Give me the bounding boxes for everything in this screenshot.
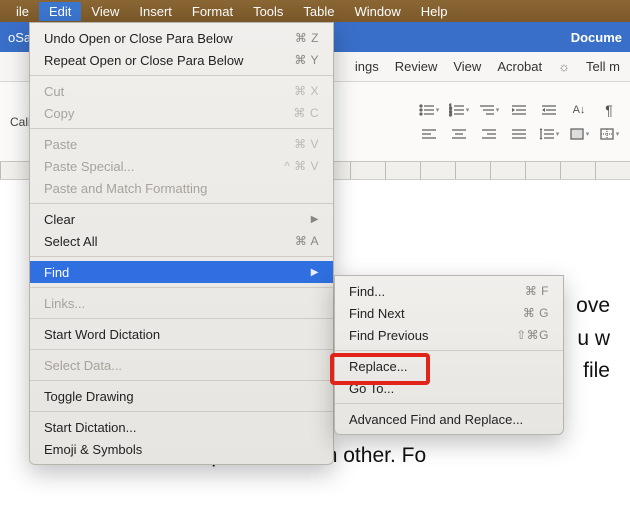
mac-menu-item[interactable]: View <box>81 2 129 21</box>
mac-menu-item[interactable]: Table <box>293 2 344 21</box>
align-center-icon[interactable] <box>448 125 470 143</box>
menu-item[interactable]: Undo Open or Close Para Below ⌘ Z <box>30 27 333 49</box>
menu-item-shortcut: ⌘ Z <box>295 31 319 45</box>
align-left-icon[interactable] <box>418 125 440 143</box>
menu-item[interactable]: Emoji & Symbols <box>30 438 333 460</box>
submenu-arrow-icon: ▶ <box>311 267 319 278</box>
menu-item-label: Clear <box>44 212 75 227</box>
tell-me-label[interactable]: Tell m <box>586 59 620 74</box>
submenu-arrow-icon: ▶ <box>311 214 319 225</box>
menu-item[interactable]: Find ▶ <box>30 261 333 283</box>
doc-text: ove <box>576 294 610 317</box>
sort-icon[interactable]: A↓ <box>568 101 590 119</box>
menu-item-shortcut: ⌘ F <box>525 284 549 298</box>
mac-menu-item[interactable]: Window <box>345 2 411 21</box>
edit-menu-dropdown: Undo Open or Close Para Below ⌘ Z Repeat O… <box>29 22 334 465</box>
line-spacing-icon[interactable]: ▾ <box>538 125 560 143</box>
ribbon-tab[interactable]: Review <box>395 59 438 74</box>
borders-icon[interactable]: ▾ <box>598 125 620 143</box>
menu-item-label: Replace... <box>349 359 408 374</box>
menu-item-label: Find... <box>349 284 385 299</box>
menu-item-label: Find Next <box>349 306 405 321</box>
menu-item-label: Select Data... <box>44 358 122 373</box>
menu-item-label: Paste <box>44 137 77 152</box>
decrease-indent-icon[interactable] <box>508 101 530 119</box>
find-submenu: Find... ⌘ F Find Next ⌘ G Find Previous ⇧⌘G Re… <box>334 275 564 435</box>
menu-item[interactable]: Advanced Find and Replace... <box>335 408 563 430</box>
tell-me-lightbulb-icon[interactable]: ☼ <box>558 59 570 74</box>
mac-menu-item[interactable]: Insert <box>129 2 182 21</box>
pilcrow-icon[interactable]: ¶ <box>598 101 620 119</box>
menu-item-label: Advanced Find and Replace... <box>349 412 523 427</box>
menu-item-label: Find <box>44 265 69 280</box>
svg-text:3: 3 <box>449 112 452 117</box>
mac-menu-item[interactable]: ile <box>6 2 39 21</box>
menu-item[interactable]: Find Next ⌘ G <box>335 302 563 324</box>
menu-item[interactable]: Toggle Drawing <box>30 385 333 407</box>
menu-item-shortcut: ⌘ X <box>294 84 319 98</box>
multilevel-list-icon[interactable]: ▾ <box>478 101 500 119</box>
menu-item: Links... <box>30 292 333 314</box>
numbered-list-icon[interactable]: 123▾ <box>448 101 470 119</box>
document-title: Docume <box>571 30 622 45</box>
mac-menu-bar: ileEditViewInsertFormatToolsTableWindowH… <box>0 0 630 22</box>
mac-menu-item[interactable]: Edit <box>39 2 81 21</box>
menu-item-label: Go To... <box>349 381 394 396</box>
shading-icon[interactable]: ▾ <box>568 125 590 143</box>
menu-item-label: Paste Special... <box>44 159 134 174</box>
align-right-icon[interactable] <box>478 125 500 143</box>
menu-item-label: Start Word Dictation <box>44 327 160 342</box>
mac-menu-item[interactable]: Tools <box>243 2 293 21</box>
menu-item[interactable]: Start Word Dictation <box>30 323 333 345</box>
menu-item-shortcut: ⌘ V <box>294 137 319 151</box>
menu-item-label: Undo Open or Close Para Below <box>44 31 233 46</box>
menu-item[interactable]: Clear ▶ <box>30 208 333 230</box>
menu-item: Select Data... <box>30 354 333 376</box>
menu-item[interactable]: Find... ⌘ F <box>335 280 563 302</box>
justify-icon[interactable] <box>508 125 530 143</box>
menu-item: Copy ⌘ C <box>30 102 333 124</box>
menu-item[interactable]: Select All ⌘ A <box>30 230 333 252</box>
doc-text: u w <box>577 327 610 350</box>
menu-item-shortcut: ⌘ Y <box>294 53 319 67</box>
menu-item-shortcut: ^ ⌘ V <box>284 159 319 173</box>
doc-text: file <box>583 359 610 382</box>
menu-item-label: Start Dictation... <box>44 420 136 435</box>
menu-item-label: Toggle Drawing <box>44 389 134 404</box>
menu-item-shortcut: ⌘ C <box>294 106 320 120</box>
ribbon-tab[interactable]: View <box>453 59 481 74</box>
menu-item-shortcut: ⇧⌘G <box>516 328 549 342</box>
menu-item[interactable]: Find Previous ⇧⌘G <box>335 324 563 346</box>
menu-item: Cut ⌘ X <box>30 80 333 102</box>
menu-item: Paste ⌘ V <box>30 133 333 155</box>
menu-item-shortcut: ⌘ G <box>523 306 549 320</box>
menu-item-label: Copy <box>44 106 74 121</box>
bullet-list-icon[interactable]: ▾ <box>418 101 440 119</box>
menu-item-label: Find Previous <box>349 328 428 343</box>
menu-item[interactable]: Start Dictation... <box>30 416 333 438</box>
menu-item: Paste and Match Formatting <box>30 177 333 199</box>
menu-item-label: Cut <box>44 84 64 99</box>
ribbon-tab[interactable]: Acrobat <box>497 59 542 74</box>
menu-item[interactable]: Replace... <box>335 355 563 377</box>
menu-item[interactable]: Repeat Open or Close Para Below ⌘ Y <box>30 49 333 71</box>
menu-item-label: Links... <box>44 296 85 311</box>
mac-menu-item[interactable]: Help <box>411 2 458 21</box>
menu-item[interactable]: Go To... <box>335 377 563 399</box>
menu-item-label: Emoji & Symbols <box>44 442 142 457</box>
menu-item-label: Repeat Open or Close Para Below <box>44 53 243 68</box>
menu-item: Paste Special... ^ ⌘ V <box>30 155 333 177</box>
increase-indent-icon[interactable] <box>538 101 560 119</box>
mac-menu-item[interactable]: Format <box>182 2 243 21</box>
ribbon-tab[interactable]: ings <box>355 59 379 74</box>
menu-item-label: Select All <box>44 234 97 249</box>
menu-item-label: Paste and Match Formatting <box>44 181 207 196</box>
menu-item-shortcut: ⌘ A <box>295 234 319 248</box>
